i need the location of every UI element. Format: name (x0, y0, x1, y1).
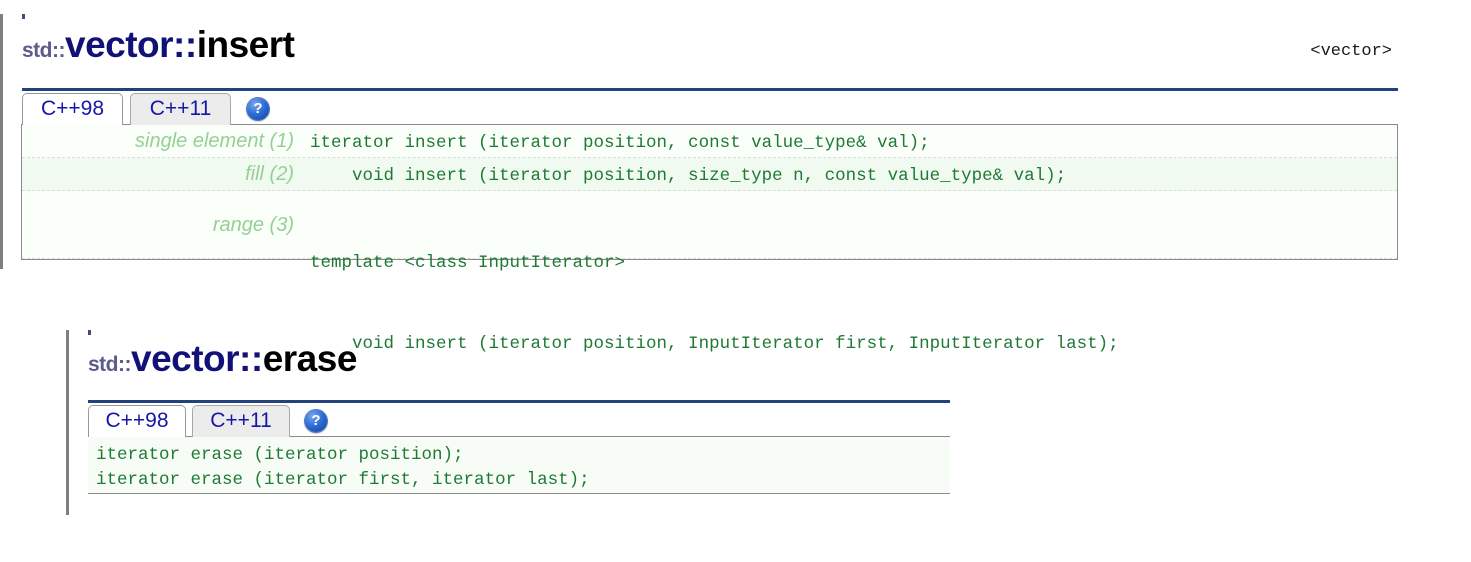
tab-bar: C++98 C++11 ? (22, 93, 1400, 125)
signature-table: single element (1) iterator insert (iter… (21, 124, 1398, 354)
tab-cpp98[interactable]: C++98 (88, 405, 186, 437)
title-namespace: std:: (88, 353, 132, 376)
title-row: std::vector::insert <vector> (12, 24, 1400, 72)
reference-block-vector-insert: std::vector::insert <vector> C++98 C++11… (0, 14, 1400, 354)
help-icon[interactable]: ? (305, 410, 327, 432)
header-file-label: <vector> (1310, 42, 1392, 61)
signature-code: void insert (iterator position, size_typ… (310, 166, 1067, 186)
block-body: std::vector::insert <vector> C++98 C++11… (12, 14, 1400, 354)
title-divider (22, 88, 1398, 91)
tick-mark-icon (22, 14, 25, 19)
header-file-text: <vector> (1310, 42, 1392, 61)
tab-bar: C++98 C++11 ? (88, 405, 954, 437)
signature-variant-label: single element (1) (135, 130, 294, 152)
tab-cpp11-label: C++11 (149, 97, 212, 120)
tab-cpp98-label: C++98 (40, 97, 105, 120)
signature-code-group: template <class InputIterator> void inse… (310, 196, 1397, 412)
tab-cpp98-label: C++98 (105, 409, 169, 432)
help-icon-glyph: ? (253, 100, 263, 117)
tab-cpp11[interactable]: C++11 (192, 405, 290, 437)
page-title: std::vector::insert (22, 24, 295, 66)
title-class: vector:: (131, 338, 263, 379)
signature-code-line-1: template <class InputIterator> (310, 253, 626, 273)
tick-mark-icon (88, 330, 91, 335)
title-namespace: std:: (22, 39, 66, 62)
signature-code-line-2: void insert (iterator position, InputIte… (310, 334, 1119, 354)
table-row: fill (2) void insert (iterator position,… (22, 158, 1397, 191)
block-left-rule (0, 14, 3, 269)
title-member: insert (196, 24, 295, 65)
table-row: single element (1) iterator insert (iter… (22, 125, 1397, 158)
table-row: range (3) template <class InputIterator>… (22, 191, 1397, 354)
help-icon-glyph: ? (311, 412, 321, 429)
help-icon[interactable]: ? (247, 98, 269, 120)
block-left-rule (66, 330, 69, 515)
signature-pane: iterator erase (iterator position); iter… (88, 436, 950, 494)
signature-variant-label: fill (2) (245, 163, 294, 185)
tab-cpp11-label: C++11 (210, 409, 272, 432)
signature-code: iterator erase (iterator position); (96, 445, 464, 465)
signature-variant-label: range (3) (212, 213, 294, 236)
signature-code: iterator erase (iterator first, iterator… (96, 470, 590, 490)
tab-cpp98[interactable]: C++98 (22, 93, 123, 125)
title-class: vector:: (65, 24, 197, 65)
tab-cpp11[interactable]: C++11 (130, 93, 231, 125)
signature-code: iterator insert (iterator position, cons… (310, 133, 930, 153)
